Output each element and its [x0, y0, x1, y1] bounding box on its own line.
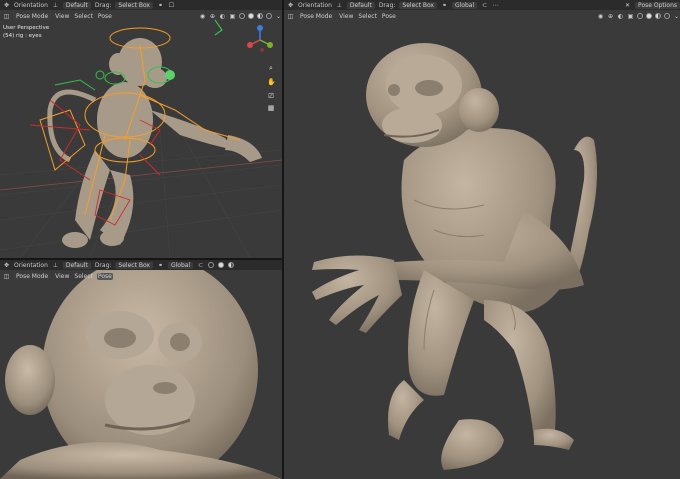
drag-label: Drag: — [94, 261, 112, 269]
menu-select[interactable]: Select — [73, 273, 94, 280]
viewport-bottom-left[interactable]: ✥ Orientation ⊥ Default Drag: Select Box… — [0, 260, 282, 479]
grid-icon[interactable]: ▦ — [267, 104, 275, 112]
editor-type-icon[interactable]: ◫ — [3, 273, 10, 280]
monkey-model-large — [312, 43, 598, 470]
vertical-divider[interactable] — [282, 0, 284, 479]
viewport-top-left[interactable]: ✥ Orientation ⊥ Default Drag: Select Box… — [0, 0, 282, 258]
horizontal-divider[interactable] — [0, 258, 282, 260]
magnet-icon[interactable]: ⊂ — [197, 262, 204, 269]
shading-solid-icon[interactable] — [218, 262, 225, 268]
menu-pose[interactable]: Pose — [96, 272, 113, 280]
transform-icon[interactable]: ✥ — [3, 262, 10, 269]
shading-material-icon[interactable] — [228, 262, 235, 268]
drag-dropdown[interactable]: Select Box — [115, 261, 153, 269]
hand-icon[interactable]: ✋ — [267, 78, 276, 86]
viewport-right[interactable]: ✥ Orientation ⊥ Default Drag: Select Box… — [284, 0, 680, 479]
navigation-gizmo[interactable] — [0, 0, 282, 258]
transform-space-dropdown[interactable]: Global — [167, 261, 194, 269]
link-icon[interactable]: ⚭ — [157, 262, 164, 269]
orientation-label: Orientation — [14, 261, 48, 269]
face-closeup — [0, 260, 282, 479]
orientation-dropdown[interactable]: Default — [62, 261, 91, 269]
mode-dropdown[interactable]: Pose Mode — [13, 272, 52, 280]
orientation-icon: ⊥ — [52, 261, 58, 269]
view-header-bl: ◫ Pose Mode View Select Pose — [0, 271, 282, 281]
camera-icon[interactable]: ⎚ — [267, 92, 275, 100]
shading-wire-icon[interactable] — [208, 262, 215, 268]
zoom-icon[interactable]: ⌕ — [267, 64, 275, 72]
tool-header-bl: ✥ Orientation ⊥ Default Drag: Select Box… — [0, 260, 282, 270]
menu-view[interactable]: View — [54, 273, 70, 280]
